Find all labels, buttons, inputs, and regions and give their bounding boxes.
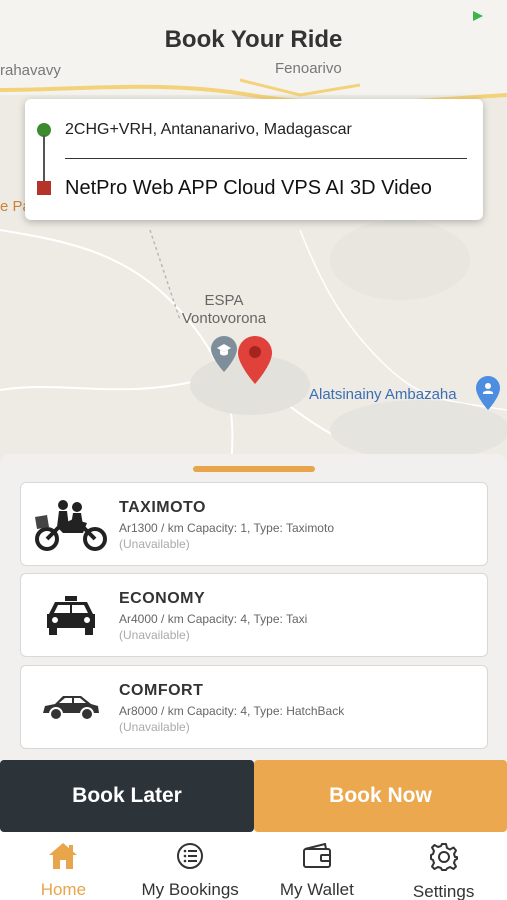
map-label-fenoarivo: Fenoarivo [275,60,342,77]
tab-my-bookings[interactable]: My Bookings [127,834,254,900]
tab-label: Home [40,880,87,899]
dropoff-square-icon [37,181,51,195]
tab-home[interactable]: Home [0,834,127,900]
address-divider [65,158,467,159]
vehicle-name: ECONOMY [119,590,206,607]
tab-settings[interactable]: Settings [380,834,507,900]
tab-label: My Wallet [279,880,354,899]
vehicle-option-taximoto[interactable]: TAXIMOTO Ar1300 / km Capacity: 1, Type: … [20,482,488,566]
pickup-address[interactable]: 2CHG+VRH, Antananarivo, Madagascar [65,121,352,139]
tab-label: Settings [412,882,475,900]
vehicle-detail: Ar4000 / km Capacity: 4, Type: Taxi [119,612,308,626]
vehicle-status: (Unavailable) [119,537,190,551]
school-pin-icon[interactable] [211,336,237,377]
route-connector [43,135,45,181]
map-label-area: rahavavy [0,62,61,79]
list-icon [175,842,205,870]
vehicle-status: (Unavailable) [119,628,190,642]
map-view[interactable]: rahavavy Fenoarivo e Pa ESPA Vontovorona… [0,0,507,470]
vehicle-name: COMFORT [119,682,204,699]
taxi-icon [33,586,109,646]
map-label-poi: ESPA Vontovorona [181,292,267,327]
gear-icon [429,842,459,872]
dropoff-address[interactable]: NetPro Web APP Cloud VPS AI 3D Video [65,177,470,200]
map-label-place: Alatsinainy Ambazaha [309,386,457,403]
route-card[interactable]: 2CHG+VRH, Antananarivo, Madagascar NetPr… [25,99,483,220]
vehicle-status: (Unavailable) [119,720,190,734]
place-pin-icon[interactable] [476,376,500,415]
page-title: Book Your Ride [164,26,343,53]
wallet-icon [302,842,332,870]
vehicle-name: TAXIMOTO [119,499,206,516]
home-icon [48,842,78,870]
destination-pin-icon[interactable] [238,336,272,389]
sheet-drag-handle[interactable] [193,466,315,472]
vehicle-sheet: TAXIMOTO Ar1300 / km Capacity: 1, Type: … [0,454,507,764]
bottom-tab-bar: Home My Bookings My Wallet Settings [0,834,507,900]
vehicle-detail: Ar8000 / km Capacity: 4, Type: HatchBack [119,704,345,718]
tab-label: My Bookings [141,880,239,899]
vehicle-option-comfort[interactable]: COMFORT Ar8000 / km Capacity: 4, Type: H… [20,665,488,749]
book-now-button[interactable]: Book Now [254,760,507,832]
motorbike-icon [33,495,109,555]
vehicle-detail: Ar1300 / km Capacity: 1, Type: Taximoto [119,521,334,535]
tab-my-wallet[interactable]: My Wallet [254,834,381,900]
book-later-button[interactable]: Book Later [0,760,254,832]
vehicle-option-economy[interactable]: ECONOMY Ar4000 / km Capacity: 4, Type: T… [20,573,488,657]
status-indicator-icon [473,8,483,21]
car-icon [33,678,109,738]
